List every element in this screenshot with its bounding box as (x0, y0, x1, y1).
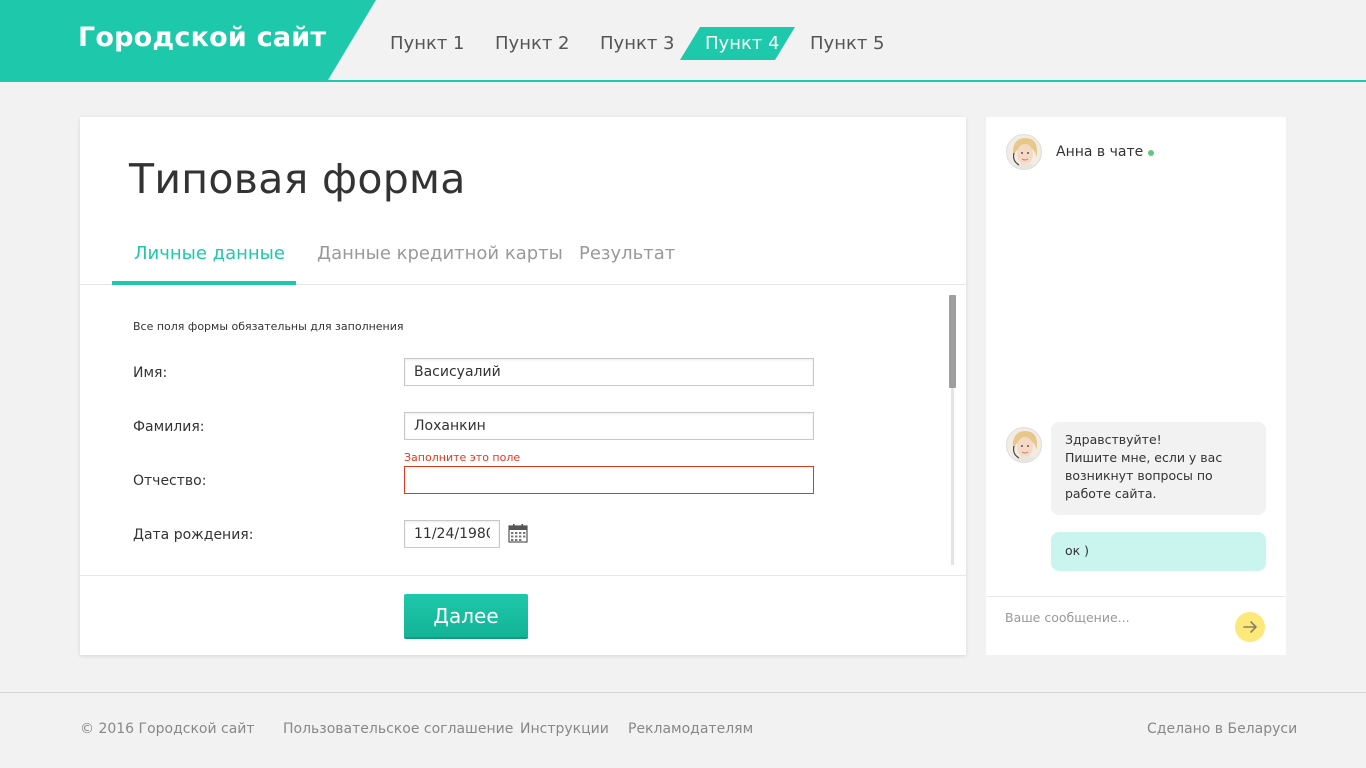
patronymic-input[interactable] (404, 466, 814, 494)
required-fields-note: Все поля формы обязательны для заполнени… (133, 320, 404, 333)
birth-date-input[interactable] (404, 520, 500, 548)
site-header: Городской сайт Пункт 1 Пункт 2 Пункт 3 П… (0, 0, 1366, 82)
nav-item-4[interactable]: Пункт 4 (705, 27, 780, 60)
first-name-label: Имя: (133, 365, 168, 381)
agent-message: Здравствуйте! Пишите мне, если у вас воз… (1051, 422, 1266, 515)
nav-item-1[interactable]: Пункт 1 (390, 27, 465, 60)
footer-link-instructions[interactable]: Инструкции (520, 721, 609, 737)
online-status-icon (1148, 150, 1154, 156)
agent-message-greeting: Здравствуйте! (1065, 432, 1162, 447)
tab-credit-card[interactable]: Данные кредитной карты (317, 235, 563, 285)
tab-result[interactable]: Результат (579, 235, 675, 285)
chat-message-input[interactable] (1005, 605, 1230, 629)
chat-divider (986, 596, 1286, 597)
next-button[interactable]: Далее (404, 594, 528, 637)
footer-copyright: © 2016 Городской сайт (80, 721, 255, 737)
patronymic-label: Отчество: (133, 473, 207, 489)
footer-link-agreement[interactable]: Пользовательское соглашение (283, 721, 513, 737)
agent-photo-icon (1007, 135, 1041, 169)
card-divider (80, 575, 966, 576)
nav-item-2[interactable]: Пункт 2 (495, 27, 570, 60)
nav-item-5[interactable]: Пункт 5 (810, 27, 885, 60)
birth-date-label: Дата рождения: (133, 527, 254, 543)
footer-link-advertisers[interactable]: Рекламодателям (628, 721, 753, 737)
agent-photo-icon (1007, 428, 1041, 462)
form-tabs: Личные данные Данные кредитной карты Рез… (80, 235, 966, 285)
last-name-input[interactable] (404, 412, 814, 440)
footer-made-in: Сделано в Беларуси (1147, 721, 1298, 737)
calendar-icon[interactable] (507, 522, 529, 544)
footer-divider (0, 692, 1366, 693)
nav-item-3[interactable]: Пункт 3 (600, 27, 675, 60)
arrow-right-icon (1243, 621, 1257, 633)
first-name-input[interactable] (404, 358, 814, 386)
site-logo[interactable]: Городской сайт (78, 22, 326, 53)
patronymic-error: Заполните это поле (404, 451, 521, 464)
tab-personal-data[interactable]: Личные данные (134, 235, 285, 285)
chat-panel: Анна в чате Здравствуйте! Пишите мне, ес… (986, 117, 1286, 655)
agent-name: Анна в чате (1056, 144, 1144, 160)
last-name-label: Фамилия: (133, 419, 205, 435)
send-button[interactable] (1235, 612, 1265, 642)
form-scrollbar-thumb[interactable] (949, 295, 956, 388)
active-tab-underline (112, 281, 296, 285)
agent-avatar (1006, 134, 1042, 170)
user-message: ок ) (1051, 532, 1266, 571)
page-title: Типовая форма (129, 155, 466, 203)
agent-avatar-message (1006, 427, 1042, 463)
agent-message-body: Пишите мне, если у вас возникнут вопросы… (1065, 450, 1223, 501)
form-card: Типовая форма Личные данные Данные креди… (80, 117, 966, 655)
